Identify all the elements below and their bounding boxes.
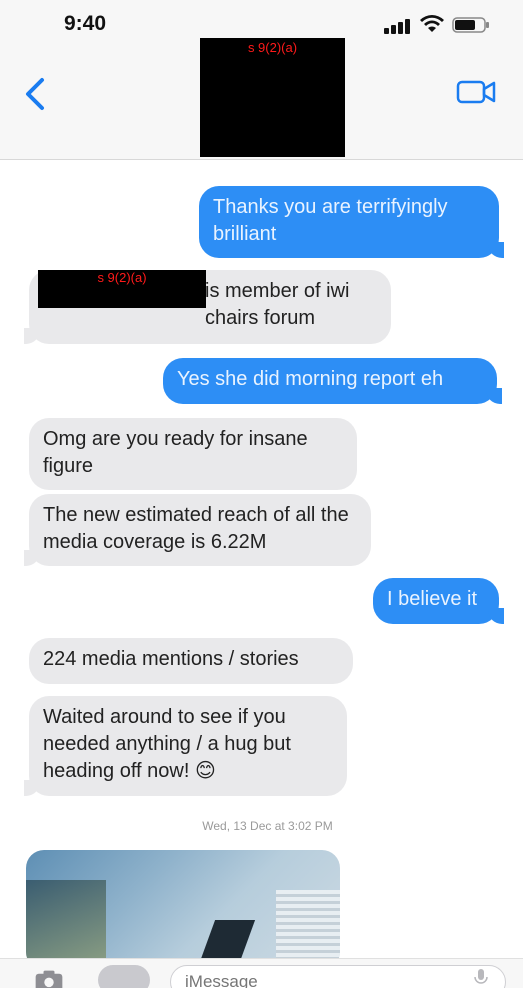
back-chevron-icon[interactable]	[22, 76, 50, 112]
battery-icon	[452, 17, 489, 33]
message-text: Omg are you ready for insane figure	[43, 428, 308, 477]
status-time: 9:40	[64, 12, 107, 35]
app-store-icon[interactable]	[98, 965, 150, 988]
message-text: I believe it	[387, 588, 478, 610]
video-call-icon[interactable]	[456, 78, 496, 106]
message-text: Waited around to see if you needed anyth…	[43, 706, 291, 782]
message-timestamp: Wed, 13 Dec at 3:02 PM	[202, 819, 333, 833]
message-input[interactable]	[170, 965, 506, 988]
message-text: Thanks you are terrifyingly brilliant	[213, 196, 448, 245]
name-redaction: s 9(2)(a)	[38, 270, 206, 308]
message-bubble-incoming[interactable]: 224 media mentions / stories	[29, 638, 353, 684]
signal-icon	[384, 18, 412, 34]
photo-attachment[interactable]	[26, 850, 340, 960]
message-bubble-outgoing[interactable]: Thanks you are terrifyingly brilliant	[199, 186, 504, 258]
composer-bar	[0, 958, 523, 988]
message-bubble-outgoing[interactable]: Yes she did morning report eh	[163, 358, 502, 404]
camera-icon[interactable]	[30, 969, 68, 988]
redaction-label: s 9(2)(a)	[247, 40, 298, 55]
message-text: is member of iwi chairs forum	[205, 280, 350, 329]
message-text: 224 media mentions / stories	[43, 648, 299, 670]
message-bubble-outgoing[interactable]: I believe it	[373, 578, 504, 624]
microphone-icon[interactable]	[474, 969, 488, 987]
message-thread[interactable]: Thanks you are terrifyingly brilliant s …	[0, 160, 523, 960]
conversation-header: s 9(2)(a)	[0, 38, 523, 160]
redaction-label: s 9(2)(a)	[97, 270, 147, 285]
wifi-icon	[420, 15, 444, 32]
message-bubble-incoming[interactable]: Omg are you ready for insane figure	[29, 418, 357, 490]
message-text: Yes she did morning report eh	[177, 368, 444, 390]
message-text: The new estimated reach of all the media…	[43, 504, 349, 553]
message-bubble-incoming[interactable]: The new estimated reach of all the media…	[24, 494, 371, 566]
contact-redaction: s 9(2)(a)	[200, 38, 345, 157]
message-bubble-incoming[interactable]: Waited around to see if you needed anyth…	[24, 696, 347, 796]
